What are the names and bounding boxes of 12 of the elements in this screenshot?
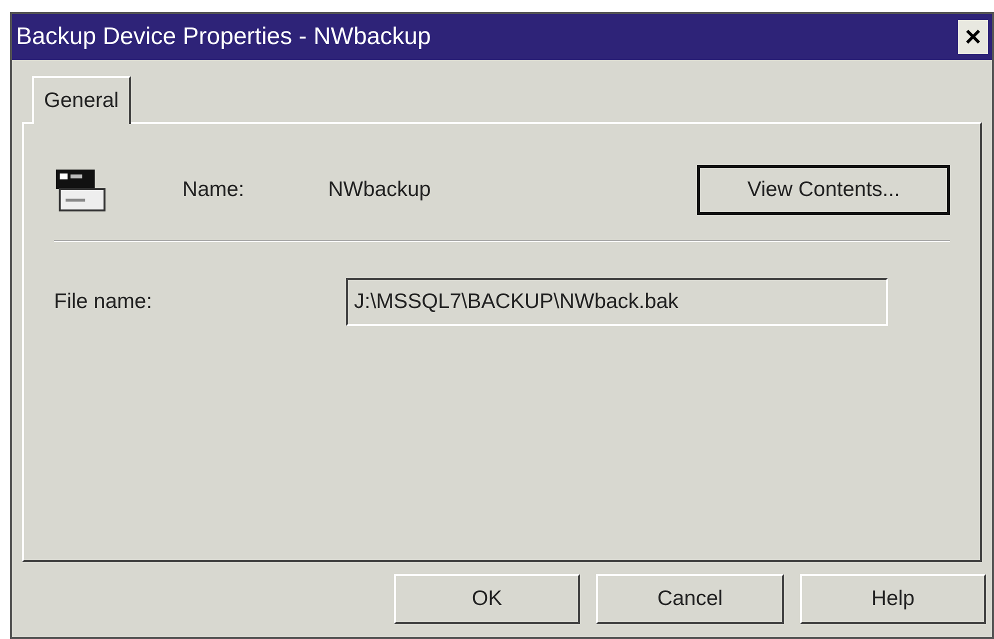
name-value: NWbackup (328, 177, 432, 204)
window-title: Backup Device Properties - NWbackup (16, 22, 431, 52)
view-contents-button[interactable]: View Contents... (697, 165, 950, 215)
dialog-button[interactable]: Cancel (596, 574, 784, 624)
file-name-field[interactable]: J:\MSSQL7\BACKUP\NWback.bak (346, 278, 888, 326)
backup-device-icon (54, 167, 108, 213)
file-name-label: File name: (54, 289, 154, 316)
dialog-button[interactable]: OK (394, 574, 580, 624)
name-label: Name: (182, 177, 246, 204)
tab[interactable]: General (32, 76, 131, 124)
dialog-button[interactable]: Help (800, 574, 986, 624)
close-button[interactable]: × (958, 20, 988, 54)
